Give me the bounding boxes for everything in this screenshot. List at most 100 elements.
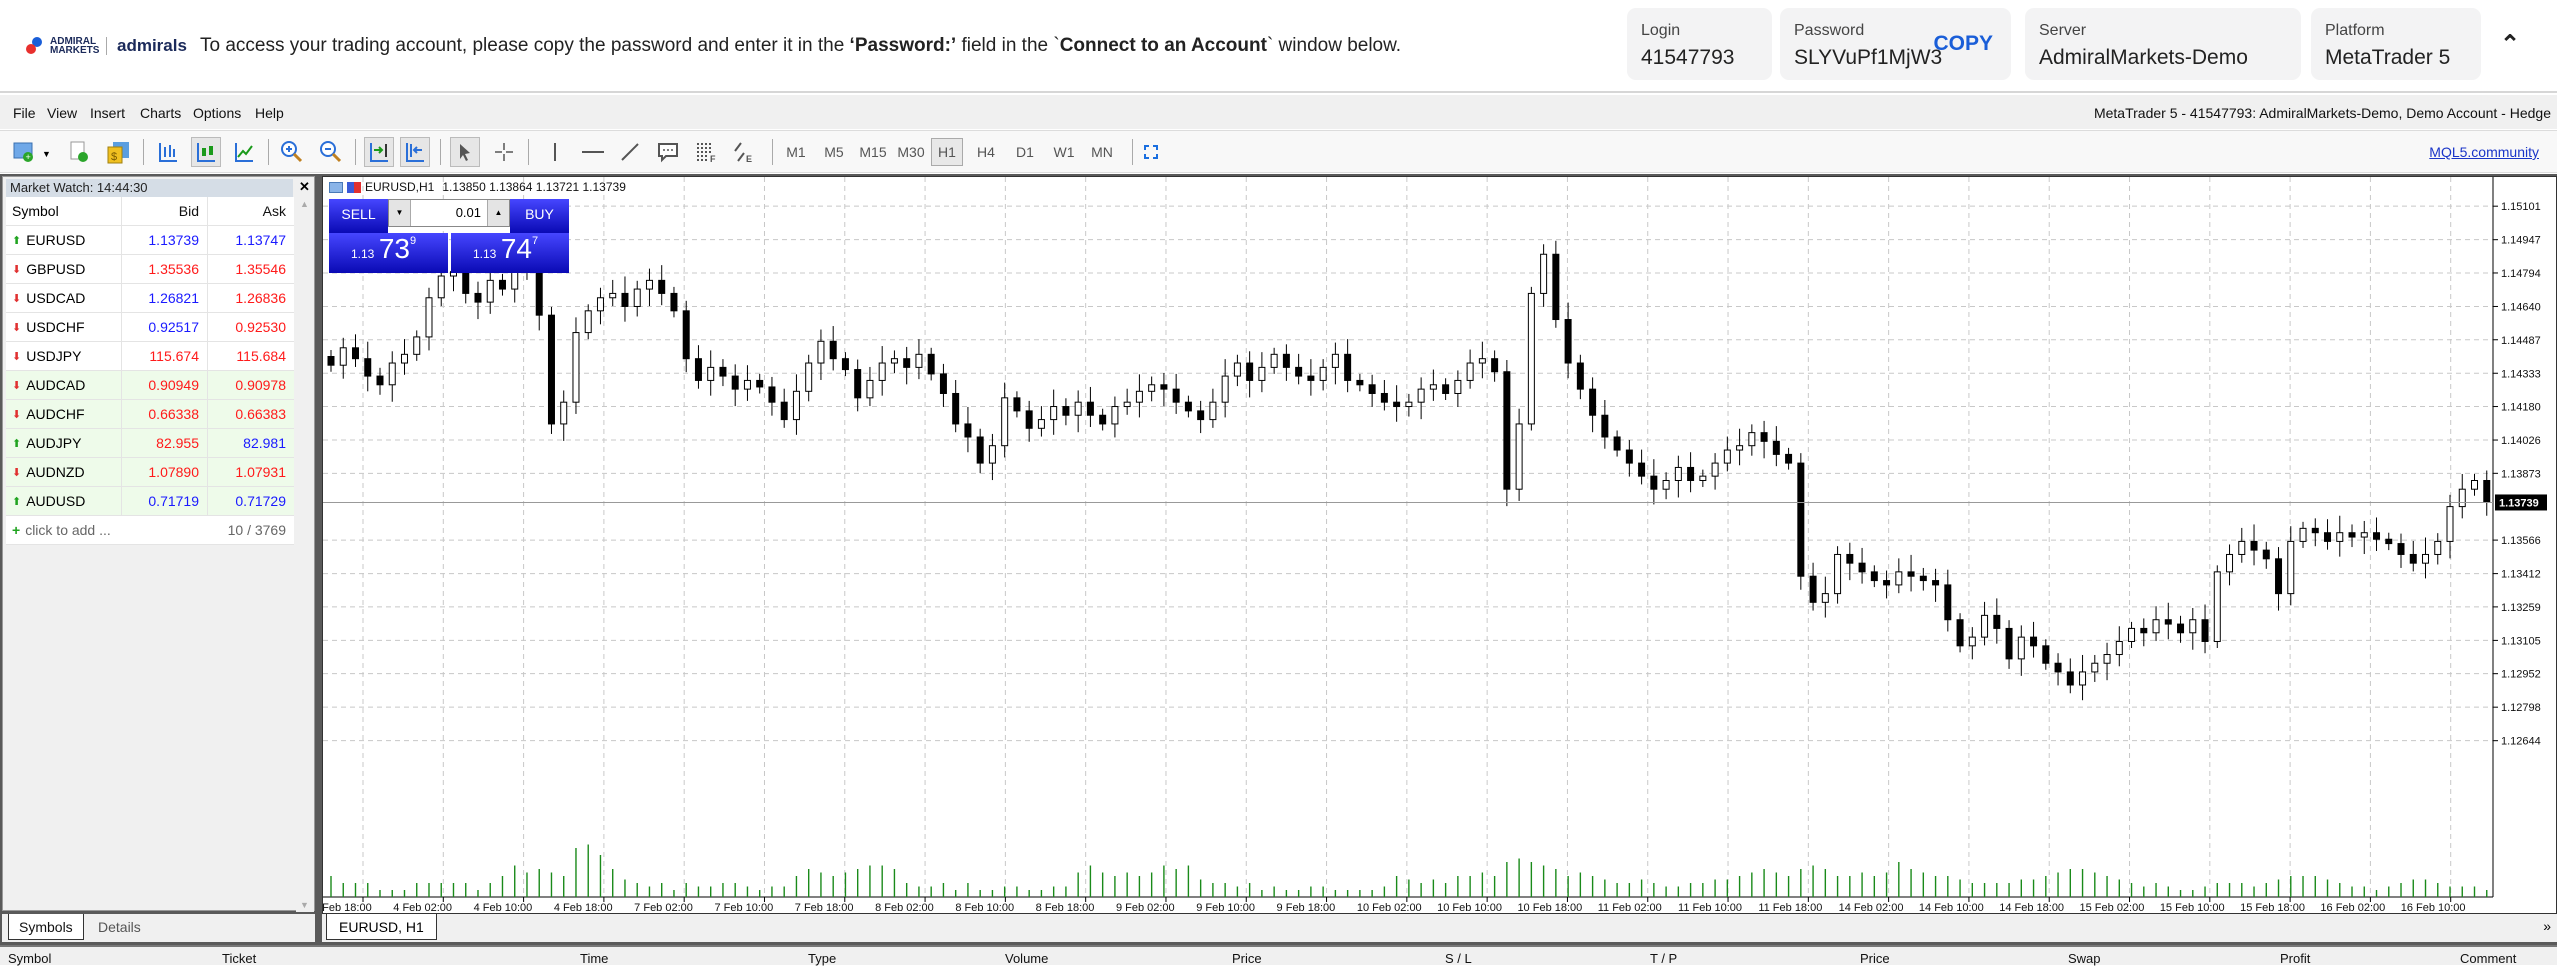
plus-icon: + [12,522,21,538]
column-symbol[interactable]: Symbol [6,197,122,225]
candle-body [1613,436,1621,451]
price-chart[interactable]: 3 Feb 18:00 4 Feb 02:00 4 Feb 10:00 4 Feb 1… [323,177,2557,915]
bar-chart-icon[interactable] [153,137,183,167]
column-header[interactable]: Volume [1005,951,1048,966]
bid-price: 1.26821 [122,284,208,312]
server-value[interactable]: AdmiralMarkets-Demo [2039,46,2287,70]
timeframe-mn[interactable]: MN [1086,138,1118,166]
timeframe-m1[interactable]: M1 [780,138,812,166]
elliott-wave-icon[interactable]: E [729,137,759,167]
fullscreen-icon[interactable] [1136,137,1166,167]
symbol-row[interactable]: ⬇ AUDCHF 0.66338 0.66383 [6,400,294,429]
timeframe-d1[interactable]: D1 [1009,138,1041,166]
close-icon[interactable]: ✕ [299,179,310,195]
menu-insert[interactable]: Insert [90,105,125,121]
fibonacci-icon[interactable]: F [691,137,721,167]
symbol-row[interactable]: ⬇ USDCHF 0.92517 0.92530 [6,313,294,342]
sell-price[interactable]: 1.13 739 [329,233,448,273]
autoscroll-icon[interactable] [364,137,394,167]
increase-lot-icon[interactable]: ▲ [487,200,509,226]
menu-charts[interactable]: Charts [140,105,181,121]
add-symbol-label[interactable]: click to add ... [25,522,111,538]
column-header[interactable]: Comment [2460,951,2516,966]
sell-button[interactable]: SELL [329,199,388,233]
new-document-icon[interactable] [64,137,94,167]
timeframe-m30[interactable]: M30 [893,138,929,166]
timeframe-w1[interactable]: W1 [1048,138,1080,166]
candle-body [2446,506,2454,542]
scroll-down-icon[interactable]: ▼ [300,900,309,910]
copy-password-button[interactable]: COPY [1933,32,1993,56]
chevron-up-icon[interactable]: ⌃ [2500,30,2520,59]
timeframe-h4[interactable]: H4 [970,138,1002,166]
candle-body [1074,401,1082,416]
decrease-lot-icon[interactable]: ▼ [389,200,411,226]
candle-body [1442,384,1450,394]
arrow-down-icon: ⬇ [12,350,22,363]
symbol-row[interactable]: ⬇ AUDNZD 1.07890 1.07931 [6,458,294,487]
column-header[interactable]: Price [1860,951,1890,966]
symbol-row[interactable]: ⬆ AUDUSD 0.71719 0.71729 [6,487,294,516]
column-header[interactable]: Profit [2280,951,2310,966]
new-chart-icon[interactable]: + [10,137,40,167]
lot-size-input[interactable]: 0.01 [411,200,487,226]
column-bid[interactable]: Bid [122,197,208,225]
market-watch-scrollbar[interactable]: ▲ ▼ [296,197,314,912]
symbol-row[interactable]: ⬆ AUDJPY 82.955 82.981 [6,429,294,458]
candlestick-icon[interactable] [191,137,221,167]
line-chart-icon[interactable] [229,137,259,167]
candle-body [1319,366,1327,381]
buy-button[interactable]: BUY [510,199,569,233]
timeframe-m15[interactable]: M15 [855,138,891,166]
vertical-line-icon[interactable] [540,137,570,167]
chart-window[interactable]: 3 Feb 18:00 4 Feb 02:00 4 Feb 10:00 4 Feb 1… [322,176,2557,914]
candle-body [952,392,960,425]
y-tick-label: 1.13566 [2501,535,2541,547]
scroll-up-icon[interactable]: ▲ [300,199,309,209]
timeframe-m5[interactable]: M5 [818,138,850,166]
candle-body [1858,562,1866,573]
tab-symbols[interactable]: Symbols [8,914,84,940]
column-header[interactable]: Symbol [8,951,51,966]
column-ask[interactable]: Ask [208,197,294,225]
column-header[interactable]: Type [808,951,836,966]
lot-size-stepper[interactable]: ▼ 0.01 ▲ [388,199,510,227]
symbol-row[interactable]: ⬇ GBPUSD 1.35536 1.35546 [6,255,294,284]
cursor-icon[interactable] [450,137,480,167]
chart-tab-eurusd-h1[interactable]: EURUSD, H1 [326,914,437,940]
candle-body [1197,410,1205,421]
menu-options[interactable]: Options [193,105,241,121]
candle-body [413,336,421,355]
menu-view[interactable]: View [47,105,77,121]
zoom-out-icon[interactable] [316,137,346,167]
add-symbol-row[interactable]: + click to add ... 10 / 3769 [6,516,294,545]
chart-shift-icon[interactable] [400,137,430,167]
text-label-icon[interactable] [653,137,683,167]
symbol-row[interactable]: ⬇ USDCAD 1.26821 1.26836 [6,284,294,313]
horizontal-line-icon[interactable] [578,137,608,167]
column-header[interactable]: Ticket [222,951,256,966]
tab-details[interactable]: Details [88,914,151,940]
crosshair-icon[interactable] [489,137,519,167]
column-header[interactable]: S / L [1445,951,1472,966]
candle-body [719,366,727,377]
more-tabs-icon[interactable]: » [2543,918,2551,934]
column-header[interactable]: T / P [1650,951,1677,966]
symbol-row[interactable]: ⬇ USDJPY 115.674 115.684 [6,342,294,371]
login-value[interactable]: 41547793 [1641,46,1758,70]
symbol-row[interactable]: ⬇ AUDCAD 0.90949 0.90978 [6,371,294,400]
timeframe-h1[interactable]: H1 [931,138,963,166]
zoom-in-icon[interactable] [277,137,307,167]
trendline-icon[interactable] [615,137,645,167]
menu-file[interactable]: File [13,105,36,121]
column-header[interactable]: Time [580,951,608,966]
symbol-row[interactable]: ⬆ EURUSD 1.13739 1.13747 [6,226,294,255]
mql5-community-link[interactable]: MQL5.community [2429,144,2539,160]
candle-body [1993,614,2001,629]
menu-help[interactable]: Help [255,105,284,121]
dropdown-arrow-icon[interactable]: ▼ [42,149,51,159]
column-header[interactable]: Swap [2068,951,2101,966]
buy-price[interactable]: 1.13 747 [451,233,569,273]
column-header[interactable]: Price [1232,951,1262,966]
deposit-icon[interactable]: $ [104,137,134,167]
